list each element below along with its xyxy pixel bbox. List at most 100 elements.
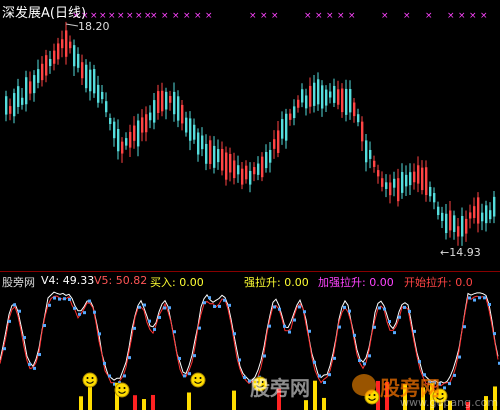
indicator-dot <box>43 324 46 328</box>
indicator-dot <box>353 333 356 337</box>
indicator-dot <box>358 359 361 363</box>
candle-body <box>493 196 496 217</box>
candle-body <box>413 171 416 183</box>
indicator-dot <box>363 362 366 366</box>
indicator-dot <box>213 305 216 309</box>
candle-body <box>449 210 452 231</box>
candle-body <box>273 139 276 149</box>
indicator-dot <box>73 306 76 310</box>
indicator-dot <box>198 326 201 330</box>
indicator-dot <box>233 332 236 336</box>
indicator-dot <box>138 305 141 309</box>
candle-body <box>237 165 240 175</box>
indicator-dot <box>468 296 471 300</box>
candle-body <box>113 121 116 139</box>
indicator-dot <box>283 324 286 328</box>
candle-body <box>33 75 36 94</box>
indicator-dot <box>373 325 376 329</box>
price-panel[interactable]: × × × × × × × × × × × × × × × × × × × × × × × × × × × × × × 深发展A(日线) … <box>0 0 500 272</box>
indicator-dot <box>453 373 456 377</box>
indicator-dot <box>58 297 61 301</box>
indicator-dot <box>228 303 231 307</box>
indicator-dot <box>178 356 181 360</box>
signal-bar <box>304 400 308 410</box>
indicator-dot <box>238 358 241 362</box>
candle-body <box>145 114 148 133</box>
signal-marker: × <box>326 11 334 21</box>
candle-body <box>313 82 316 106</box>
candle-body <box>369 149 372 159</box>
candle-body <box>133 125 136 141</box>
indicator-dot <box>278 307 281 311</box>
smiley-eye <box>373 394 376 396</box>
candle-body <box>245 165 248 180</box>
candle-body <box>325 89 328 106</box>
low-price-label: ←14.93 <box>440 246 481 259</box>
candle-body <box>357 114 360 123</box>
candle-body <box>109 117 112 124</box>
candle-body <box>489 210 492 220</box>
signal-marker: × <box>260 11 268 21</box>
indicator-dot <box>378 306 381 310</box>
indicator-dot <box>38 353 41 357</box>
smiley-eye <box>91 377 94 379</box>
candle-body <box>293 106 296 119</box>
candle-body <box>105 101 108 113</box>
candlestick-chart[interactable]: × × × × × × × × × × × × × × × × × × × × ×× × × × × × × × × <box>0 0 500 272</box>
candle-body <box>381 178 384 187</box>
candle-body <box>337 89 340 105</box>
candle-body <box>13 93 16 117</box>
candle-body <box>229 154 232 173</box>
candle-body <box>233 160 236 179</box>
candle-body <box>377 170 380 177</box>
indicator-dot <box>3 347 6 351</box>
candle-body <box>289 113 292 120</box>
high-price-label: 18.20 <box>78 20 110 33</box>
smiley-eye <box>86 377 89 379</box>
candle-body <box>81 62 84 79</box>
candle-body <box>153 100 156 123</box>
signal-marker: × <box>205 11 213 21</box>
candle-body <box>177 96 180 121</box>
candle-body <box>341 88 344 113</box>
start-rise-value: 开始拉升: 0.0 <box>404 276 473 289</box>
strong-rise-value: 强拉升: 0.00 <box>244 276 309 289</box>
candle-body <box>165 91 168 110</box>
signal-marker: × <box>458 11 466 21</box>
signal-bar <box>322 397 326 410</box>
candle-body <box>389 182 392 196</box>
indicator-header: 股旁网 V4: 49.33 V5: 50.82 买入: 0.00 强拉升: 0.… <box>0 272 500 289</box>
candle-body <box>417 165 420 184</box>
signal-marker: × <box>183 11 191 21</box>
smiley-eye <box>194 377 197 379</box>
candle-body <box>9 106 12 114</box>
indicator-dot <box>463 325 466 329</box>
candle-body <box>65 30 68 57</box>
indicator-name: 股旁网 <box>2 276 35 289</box>
signal-marker: × <box>425 11 433 21</box>
candle-body <box>129 131 132 148</box>
candle-body <box>213 145 216 168</box>
v4-line <box>0 291 499 384</box>
smiley-icon <box>82 372 98 388</box>
indicator-dot <box>308 329 311 333</box>
candle-body <box>49 58 52 67</box>
indicator-dot <box>13 303 16 307</box>
signal-marker: × <box>381 11 389 21</box>
signal-bar <box>142 399 146 410</box>
candle-body <box>349 89 352 113</box>
smiley-icon <box>190 372 206 388</box>
indicator-dot <box>418 360 421 364</box>
candle-body <box>125 138 128 146</box>
indicator-dot <box>443 386 446 390</box>
candle-body <box>457 226 460 237</box>
candle-body <box>269 149 272 163</box>
indicator-dot <box>93 310 96 314</box>
candle-body <box>249 170 252 185</box>
candle-body <box>173 91 176 115</box>
candle-body <box>21 97 24 105</box>
indicator-dot <box>218 304 221 308</box>
candle-body <box>329 91 332 98</box>
signal-marker: × <box>126 11 134 21</box>
indicator-dot <box>193 354 196 358</box>
